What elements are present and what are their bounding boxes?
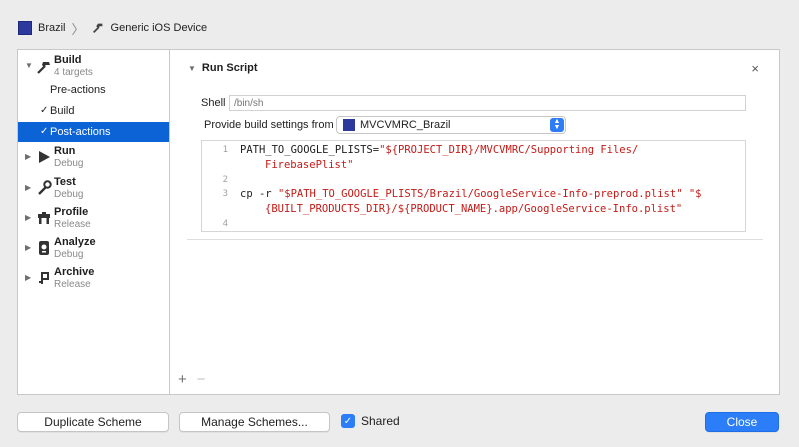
sidebar-item-test-title: Test [54, 176, 76, 188]
disclosure-closed-icon[interactable]: ▶ [25, 183, 31, 192]
checkmark-icon: ✓ [40, 105, 49, 116]
manage-schemes-button[interactable]: Manage Schemes... [179, 412, 330, 432]
archive-icon [39, 272, 49, 284]
sidebar-item-build-subtitle: 4 targets [54, 67, 93, 78]
disclosure-closed-icon[interactable]: ▶ [25, 243, 31, 252]
sidebar-item-label: Build [50, 105, 75, 117]
scheme-action-sidebar: ▼ Build 4 targets Pre-actions ✓ Build ✓ … [17, 49, 169, 395]
code-plain: PATH_TO_GOOGLE_PLISTS= [240, 144, 380, 156]
chevron-right-icon: 〉 [71, 21, 85, 37]
sidebar-item-test[interactable]: ▶ Test Debug [18, 174, 169, 204]
provide-settings-row: Provide build settings from MVCVMRC_Braz… [204, 116, 566, 134]
hammer-icon [92, 23, 102, 33]
provide-settings-label: Provide build settings from [204, 119, 334, 131]
sidebar-item-profile-title: Profile [54, 206, 89, 218]
disclosure-closed-icon[interactable]: ▶ [25, 273, 31, 282]
line-number: 1 [222, 145, 228, 155]
checkmark-icon: ✓ [40, 126, 49, 137]
target-icon [343, 119, 355, 131]
code-string: "${PROJECT_DIR}/MVCVMRC/Supporting Files… [379, 144, 639, 156]
sidebar-item-archive-title: Archive [54, 266, 95, 278]
code-plain: cp -r [240, 188, 278, 200]
sidebar-item-pre-actions[interactable]: Pre-actions [18, 80, 169, 100]
sidebar-item-profile[interactable]: ▶ Profile Release [18, 204, 169, 234]
close-icon[interactable]: × [751, 61, 759, 76]
hammer-icon [37, 62, 50, 74]
wrench-icon [38, 180, 52, 195]
add-action-button[interactable]: + [178, 371, 187, 388]
close-button[interactable]: Close [705, 412, 779, 432]
shared-label: Shared [361, 414, 400, 428]
code-continuation: FirebasePlist" [265, 159, 354, 171]
sidebar-item-profile-subtitle: Release [54, 219, 91, 230]
analyze-icon [39, 241, 49, 255]
shell-row: Shell [201, 95, 746, 111]
disclosure-open-icon[interactable]: ▼ [25, 61, 33, 70]
run-script-title: Run Script [201, 62, 258, 74]
sidebar-item-test-subtitle: Debug [54, 189, 84, 200]
disclosure-closed-icon[interactable]: ▶ [25, 152, 31, 161]
provide-settings-value: MVCVMRC_Brazil [360, 119, 451, 131]
sidebar-item-post-actions[interactable]: ✓ Post-actions [18, 122, 169, 142]
popup-stepper-icon: ▲ ▼ [550, 118, 564, 132]
line-number: 2 [222, 175, 228, 185]
shared-checkbox-row[interactable]: ✓ Shared [341, 414, 400, 428]
sidebar-item-archive-subtitle: Release [54, 279, 91, 290]
provide-settings-popup[interactable]: MVCVMRC_Brazil ▲ ▼ [336, 116, 566, 134]
line-number: 4 [222, 219, 228, 229]
disclosure-open-icon[interactable]: ▼ [188, 64, 196, 73]
action-add-remove: + − [178, 371, 206, 388]
sidebar-item-analyze-title: Analyze [54, 236, 96, 248]
sidebar-item-build-action[interactable]: ✓ Build [18, 101, 169, 121]
sidebar-item-run[interactable]: ▶ Run Debug [18, 143, 169, 173]
sidebar-item-run-subtitle: Debug [54, 158, 84, 169]
post-actions-panel: ▼ Run Script × Shell Provide build setti… [169, 49, 780, 395]
code-string: "$PATH_TO_GOOGLE_PLISTS/Brazil/GoogleSer… [277, 188, 702, 200]
run-script-header[interactable]: ▼ Run Script [188, 62, 258, 74]
script-editor[interactable]: 1 PATH_TO_GOOGLE_PLISTS="${PROJECT_DIR}/… [201, 140, 746, 232]
code-continuation: {BUILT_PRODUCTS_DIR}/${PRODUCT_NAME}.app… [265, 203, 683, 215]
shared-checkbox[interactable]: ✓ [341, 414, 355, 428]
sidebar-item-label: Pre-actions [50, 84, 106, 96]
scheme-color-icon [18, 21, 32, 35]
sidebar-item-analyze-subtitle: Debug [54, 249, 84, 260]
sidebar-item-build[interactable]: ▼ Build 4 targets [18, 53, 169, 81]
sidebar-item-label: Post-actions [50, 126, 111, 138]
code-text: PATH_TO_GOOGLE_PLISTS="${PROJECT_DIR}/MV… [240, 144, 638, 156]
remove-action-button[interactable]: − [197, 371, 206, 388]
sidebar-item-build-title: Build [54, 54, 82, 66]
code-text: cp -r "$PATH_TO_GOOGLE_PLISTS/Brazil/Goo… [240, 188, 701, 200]
scheme-name[interactable]: Brazil [38, 22, 66, 34]
sidebar-item-run-title: Run [54, 145, 76, 157]
duplicate-scheme-button[interactable]: Duplicate Scheme [17, 412, 169, 432]
shell-input[interactable] [229, 95, 746, 111]
line-number: 3 [222, 189, 228, 199]
scheme-destination-bar[interactable]: Brazil 〉 Generic iOS Device [18, 19, 207, 37]
divider [187, 239, 763, 240]
shell-label: Shell [201, 97, 226, 109]
disclosure-closed-icon[interactable]: ▶ [25, 213, 31, 222]
sidebar-item-archive[interactable]: ▶ Archive Release [18, 264, 169, 294]
destination-name[interactable]: Generic iOS Device [111, 22, 208, 34]
instruments-icon [38, 212, 50, 224]
sidebar-item-analyze[interactable]: ▶ Analyze Debug [18, 234, 169, 264]
play-icon [39, 151, 50, 163]
